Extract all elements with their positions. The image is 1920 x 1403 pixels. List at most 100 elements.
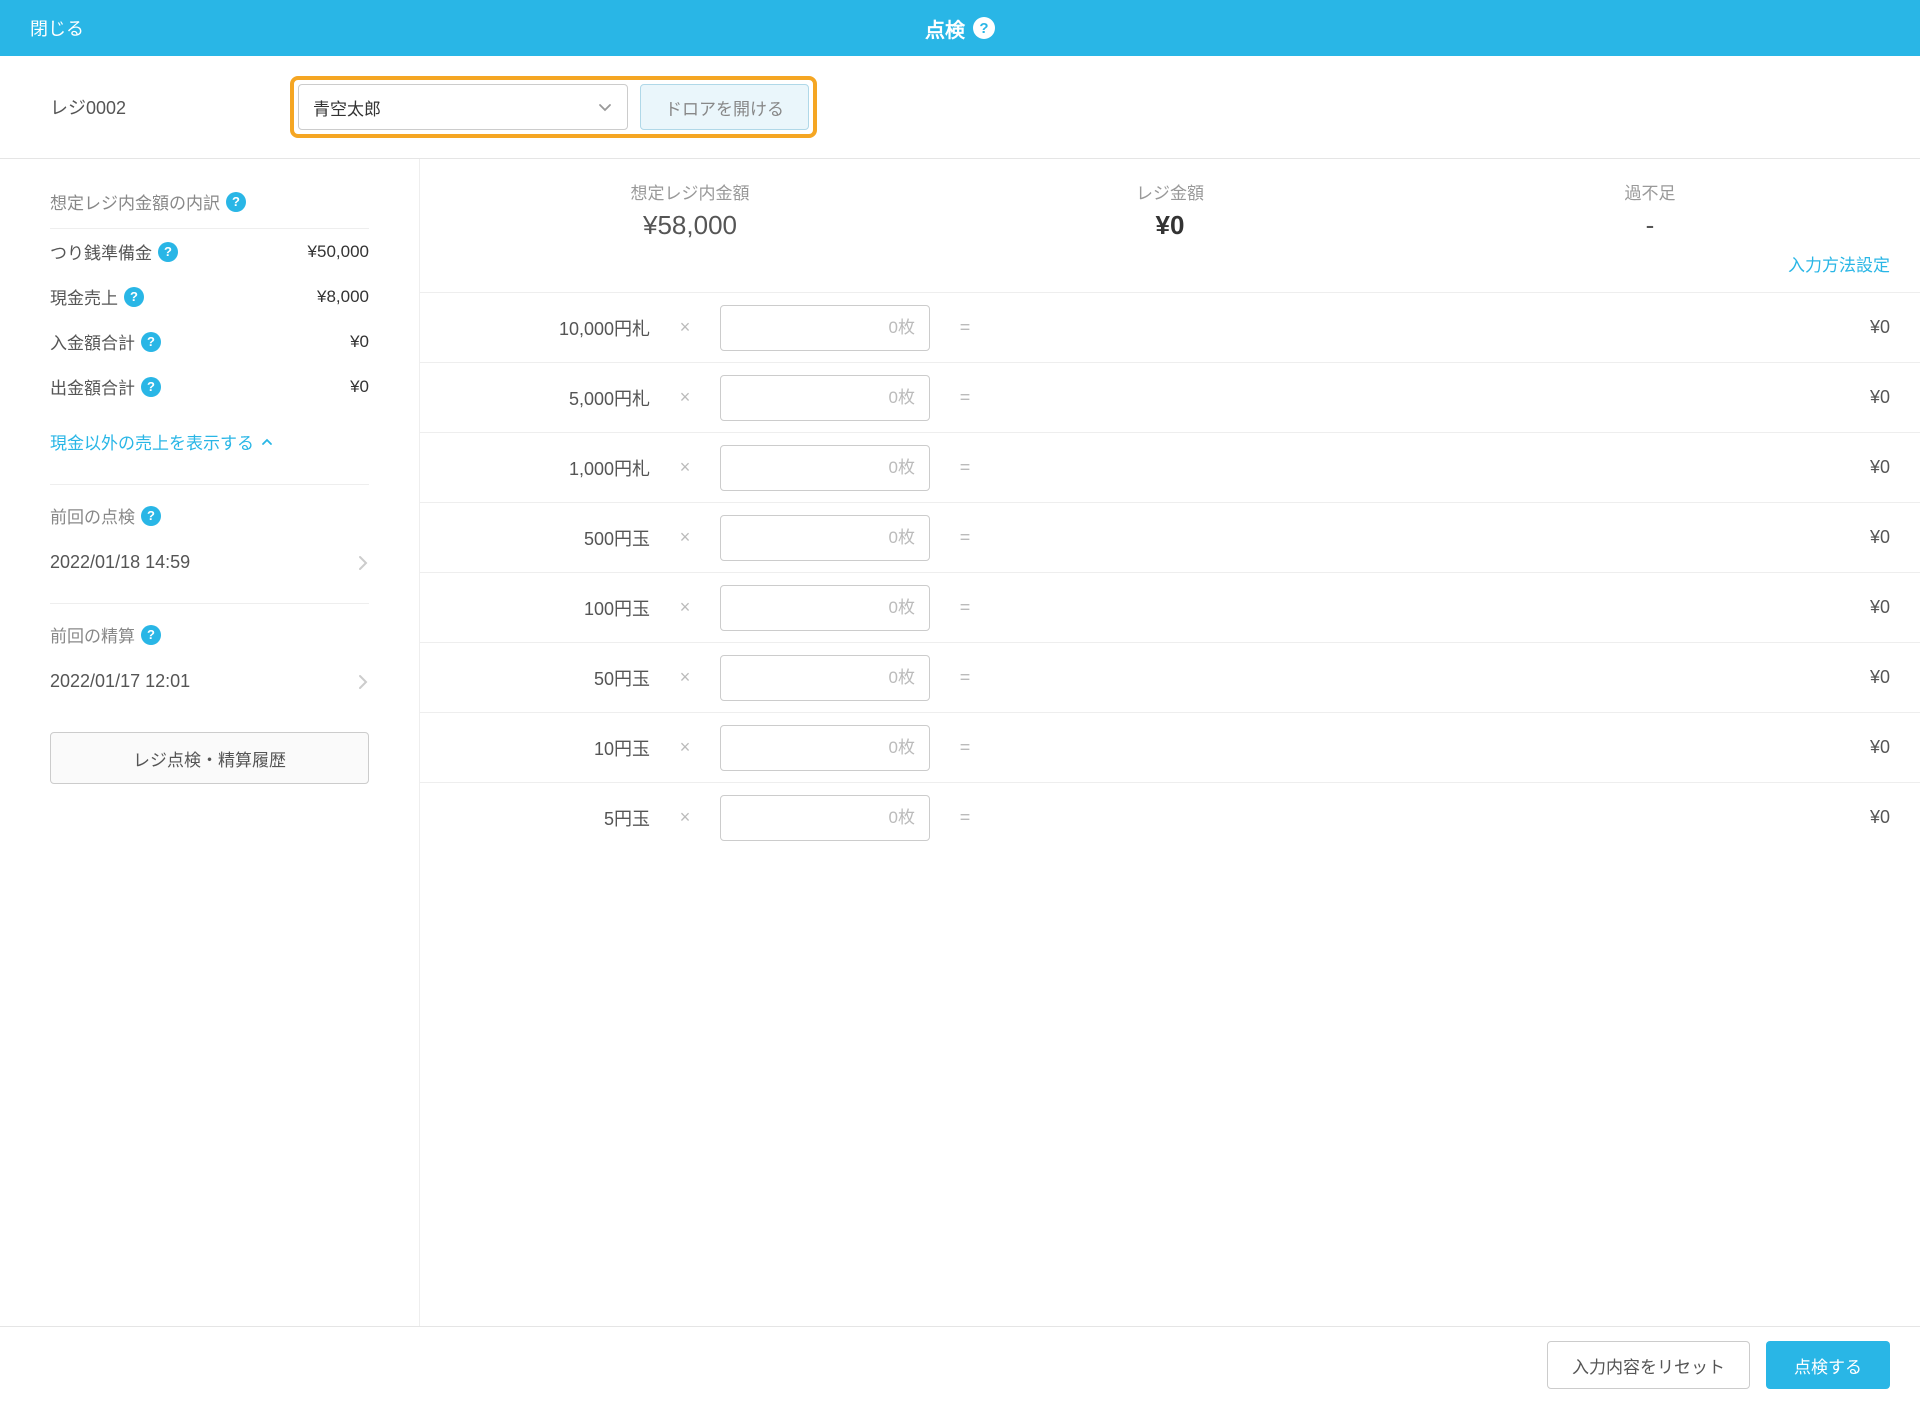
last-settlement-section: 前回の精算 ? 2022/01/17 12:01 (50, 603, 369, 712)
denomination-input[interactable] (720, 515, 930, 561)
breakdown-item: 現金売上? ¥8,000 (50, 274, 369, 319)
submit-button[interactable]: 点検する (1766, 1341, 1890, 1389)
header: 閉じる 点検 ? (0, 0, 1920, 56)
help-icon[interactable]: ? (141, 377, 161, 397)
breakdown-label: 現金売上? (50, 284, 144, 309)
equals-icon: = (930, 737, 1000, 758)
denomination-label: 5,000円札 (450, 385, 650, 411)
denomination-input[interactable] (720, 655, 930, 701)
denomination-input[interactable] (720, 585, 930, 631)
chevron-up-icon (260, 435, 274, 449)
denomination-total: ¥0 (1000, 737, 1890, 758)
equals-icon: = (930, 667, 1000, 688)
breakdown-value: ¥0 (350, 377, 369, 397)
close-button[interactable]: 閉じる (30, 15, 84, 41)
expected-value: ¥58,000 (450, 210, 930, 241)
help-icon[interactable]: ? (124, 287, 144, 307)
actual-amount: レジ金額 ¥0 (930, 179, 1410, 241)
last-check-value: 2022/01/18 14:59 (50, 552, 190, 573)
help-icon[interactable]: ? (226, 192, 246, 212)
denomination-input[interactable] (720, 795, 930, 841)
actual-value: ¥0 (930, 210, 1410, 241)
diff-amount: 過不足 - (1410, 179, 1890, 241)
denomination-row: 5,000円札×=¥0 (420, 362, 1920, 432)
denomination-row: 10,000円札× =¥0 (420, 292, 1920, 362)
denomination-row: 1,000円札×=¥0 (420, 432, 1920, 502)
sidebar: 想定レジ内金額の内訳 ? つり銭準備金? ¥50,000 現金売上? ¥8,00… (0, 159, 420, 1362)
denomination-total: ¥0 (1000, 317, 1890, 338)
denomination-label: 500円玉 (450, 525, 650, 551)
breakdown-item: つり銭準備金? ¥50,000 (50, 229, 369, 274)
help-icon[interactable]: ? (158, 242, 178, 262)
breakdown-value: ¥8,000 (317, 287, 369, 307)
breakdown-item: 入金額合計? ¥0 (50, 319, 369, 364)
help-icon[interactable]: ? (973, 17, 995, 39)
content: 想定レジ内金額の内訳 ? つり銭準備金? ¥50,000 現金売上? ¥8,00… (0, 159, 1920, 1362)
denomination-row: 100円玉×=¥0 (420, 572, 1920, 642)
chevron-right-icon (357, 672, 369, 692)
open-drawer-button[interactable]: ドロアを開ける (640, 84, 809, 130)
expected-amount: 想定レジ内金額 ¥58,000 (450, 179, 930, 241)
denomination-label: 10,000円札 (450, 315, 650, 341)
chevron-down-icon (597, 99, 613, 115)
denomination-total: ¥0 (1000, 527, 1890, 548)
multiply-icon: × (650, 737, 720, 758)
denomination-input[interactable] (720, 445, 930, 491)
denomination-total: ¥0 (1000, 667, 1890, 688)
denomination-total: ¥0 (1000, 597, 1890, 618)
equals-icon: = (930, 527, 1000, 548)
denomination-label: 1,000円札 (450, 455, 650, 481)
input-method-setting-link[interactable]: 入力方法設定 (1788, 256, 1890, 275)
denomination-list: 10,000円札×=¥05,000円札×=¥01,000円札×=¥0500円玉×… (420, 292, 1920, 852)
multiply-icon: × (650, 387, 720, 408)
reset-button[interactable]: 入力内容をリセット (1547, 1341, 1750, 1389)
toolbar: レジ0002 青空太郎 ドロアを開ける (0, 56, 1920, 158)
help-icon[interactable]: ? (141, 332, 161, 352)
denomination-input[interactable] (720, 725, 930, 771)
diff-value: - (1410, 210, 1890, 241)
multiply-icon: × (650, 457, 720, 478)
last-check-title: 前回の点検 ? (50, 503, 369, 528)
last-settlement-value: 2022/01/17 12:01 (50, 671, 190, 692)
equals-icon: = (930, 597, 1000, 618)
multiply-icon: × (650, 527, 720, 548)
breakdown-list: つり銭準備金? ¥50,000 現金売上? ¥8,000 入金額合計? ¥0 出… (50, 228, 369, 409)
actual-label: レジ金額 (930, 179, 1410, 204)
diff-label: 過不足 (1410, 179, 1890, 204)
multiply-icon: × (650, 807, 720, 828)
title-text: 点検 (925, 14, 965, 43)
breakdown-label: 入金額合計? (50, 329, 161, 354)
last-settlement-row[interactable]: 2022/01/17 12:01 (50, 661, 369, 712)
last-settlement-title: 前回の精算 ? (50, 622, 369, 647)
denomination-label: 50円玉 (450, 665, 650, 691)
page-title: 点検 ? (925, 14, 995, 43)
last-check-row[interactable]: 2022/01/18 14:59 (50, 542, 369, 593)
denomination-row: 500円玉× =¥0 (420, 502, 1920, 572)
denomination-row: 5円玉×=¥0 (420, 782, 1920, 852)
main-area: 想定レジ内金額 ¥58,000 レジ金額 ¥0 過不足 - 入力方法設定 10,… (420, 159, 1920, 1362)
staff-name: 青空太郎 (313, 95, 381, 120)
breakdown-title-text: 想定レジ内金額の内訳 (50, 189, 220, 214)
chevron-right-icon (357, 553, 369, 573)
multiply-icon: × (650, 317, 720, 338)
breakdown-value: ¥50,000 (308, 242, 369, 262)
help-icon[interactable]: ? (141, 506, 161, 526)
footer: 入力内容をリセット 点検する (0, 1326, 1920, 1403)
breakdown-value: ¥0 (350, 332, 369, 352)
expected-label: 想定レジ内金額 (450, 179, 930, 204)
help-icon[interactable]: ? (141, 625, 161, 645)
denomination-label: 5円玉 (450, 805, 650, 831)
equals-icon: = (930, 317, 1000, 338)
breakdown-item: 出金額合計? ¥0 (50, 364, 369, 409)
breakdown-label: つり銭準備金? (50, 239, 178, 264)
staff-select[interactable]: 青空太郎 (298, 84, 628, 130)
summary-row: 想定レジ内金額 ¥58,000 レジ金額 ¥0 過不足 - (420, 159, 1920, 251)
breakdown-label: 出金額合計? (50, 374, 161, 399)
equals-icon: = (930, 807, 1000, 828)
history-button[interactable]: レジ点検・精算履歴 (50, 732, 369, 784)
denomination-input[interactable] (720, 305, 930, 351)
toggle-noncash-sales[interactable]: 現金以外の売上を表示する (50, 429, 369, 454)
denomination-row: 10円玉×=¥0 (420, 712, 1920, 782)
multiply-icon: × (650, 667, 720, 688)
denomination-input[interactable] (720, 375, 930, 421)
